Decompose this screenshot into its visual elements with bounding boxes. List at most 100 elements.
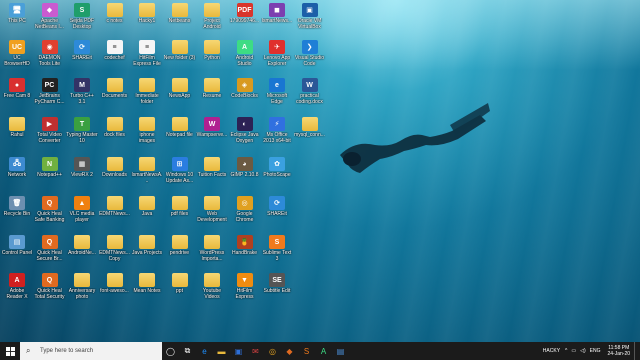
desktop-icon[interactable]: ▣ Oracle VM VirtualBox <box>294 2 326 33</box>
taskbar-edge-button[interactable]: e <box>196 342 213 360</box>
desktop-icon[interactable]: Anniversary photo <box>66 272 98 303</box>
taskbar-app-blue-button[interactable]: ▤ <box>332 342 349 360</box>
desktop-icon[interactable]: N Notepad++ <box>34 156 66 187</box>
desktop-icon[interactable]: ≡ codechef <box>99 39 131 70</box>
desktop-icon[interactable]: A Android Studio <box>229 39 261 70</box>
desktop-icon[interactable]: ⟳ SHAREit <box>261 195 293 226</box>
desktop-icon[interactable]: Java <box>131 195 163 226</box>
desktop-icon[interactable]: A Adobe Reader X <box>1 272 33 303</box>
desktop-icon[interactable]: ⚡ Ms Office 2013 x64-bit <box>261 116 293 147</box>
desktop-icon[interactable]: PC JetBrains PyCharm C... <box>34 77 66 108</box>
desktop-icon[interactable]: UC UC BrowserHD <box>1 39 33 70</box>
desktop-icon[interactable]: Rahul <box>1 116 33 147</box>
desktop-icon[interactable]: ◼ lsmartNews... <box>261 2 293 33</box>
desktop-icon[interactable]: 🍍 HandBrake <box>229 234 261 265</box>
desktop-icon[interactable]: W Wampserve... <box>196 116 228 147</box>
desktop-icon[interactable]: c notes <box>99 2 131 33</box>
desktop-icon[interactable]: ❯ Visual Studio Code <box>294 39 326 70</box>
desktop-icon[interactable]: ▤ Control Panel <box>1 234 33 265</box>
desktop-icon[interactable]: Q Quick Heal Secure Br... <box>34 234 66 265</box>
desktop-icon[interactable]: New folder (3) <box>164 39 196 70</box>
desktop-icon-label: Total Video Converter <box>37 132 62 144</box>
desktop-icon[interactable]: Java Projects <box>131 234 163 265</box>
desktop-icon[interactable]: Documents <box>99 77 131 108</box>
desktop-icon[interactable]: Notepad file <box>164 116 196 147</box>
desktop-icon[interactable]: ⊞ Windows 10 Update As... <box>164 156 196 187</box>
desktop-icon[interactable]: Mean Notes <box>131 272 163 303</box>
desktop-icon[interactable]: ◐ Eclipse Java Oxygen <box>229 116 261 147</box>
show-desktop-button[interactable] <box>634 342 640 360</box>
start-button[interactable] <box>0 342 20 360</box>
desktop-icon[interactable]: 🗑 Recycle Bin <box>1 195 33 226</box>
desktop-icon[interactable]: ◆ Apache NetBeans I... <box>34 2 66 33</box>
desktop-icon[interactable]: Web Development <box>196 195 228 226</box>
desktop-icon[interactable]: dock files <box>99 116 131 147</box>
desktop-icon[interactable]: lsmartNewsA... <box>131 156 163 187</box>
desktop-icon[interactable]: ◎ Google Chrome <box>229 195 261 226</box>
taskbar-task-view-button[interactable]: ◯ <box>162 342 179 360</box>
desktop-icon[interactable]: Q Quick Heal Safe Banking <box>34 195 66 226</box>
desktop-icon[interactable]: SE Subtitle Edit <box>261 272 293 303</box>
desktop-icon-label: Control Panel <box>1 250 33 256</box>
taskbar-store-button[interactable]: ▣ <box>230 342 247 360</box>
desktop-icon[interactable]: Wpractical coding.docx <box>294 77 326 108</box>
tray-icon[interactable]: ◁) <box>580 348 586 354</box>
folder-icon <box>204 3 220 17</box>
desktop-icon[interactable]: WordPress Importa... <box>196 234 228 265</box>
taskbar-task-switch-button[interactable]: ⧉ <box>179 342 196 360</box>
desktop-icon[interactable]: ⟳ SHAREit <box>66 39 98 70</box>
taskbar-chrome-button[interactable]: ◎ <box>264 342 281 360</box>
desktop-icon[interactable]: ▼ HitFilm Express <box>229 272 261 303</box>
desktop-icon[interactable]: Python <box>196 39 228 70</box>
desktop-icon[interactable]: ▲ VLC media player <box>66 195 98 226</box>
desktop-icon[interactable]: AndroidNe... <box>66 234 98 265</box>
desktop-icon[interactable]: e Microsoft Edge <box>261 77 293 108</box>
desktop-icon[interactable]: ◈ CodeBlocks <box>229 77 261 108</box>
desktop-icon[interactable]: Q Quick Heal Total Security <box>34 272 66 303</box>
desktop-icon[interactable]: Resume <box>196 77 228 108</box>
desktop-icon[interactable]: ▶ Total Video Converter <box>34 116 66 147</box>
desktop-icon[interactable]: 🖧 Network <box>1 156 33 187</box>
desktop-icon[interactable]: Downloads <box>99 156 131 187</box>
tray-icon[interactable]: ^ <box>565 348 567 354</box>
desktop-icon[interactable]: ◕ GIMP 2.10.8 <box>229 156 261 187</box>
tray-icon[interactable]: ENG <box>590 348 601 354</box>
desktop-icon[interactable]: M Turbo C++ 3.1 <box>66 77 98 108</box>
desktop-icon[interactable]: ≡ HitFilm Express File <box>131 39 163 70</box>
taskbar-mail-button[interactable]: ✉ <box>247 342 264 360</box>
desktop-icon[interactable]: NewsApp <box>164 77 196 108</box>
desktop-icon[interactable]: iphone images <box>131 116 163 147</box>
taskbar-android-studio-button[interactable]: A <box>315 342 332 360</box>
taskbar-search-box[interactable]: ⌕ Type here to search <box>20 342 162 360</box>
desktop-icon[interactable]: ◉ DAEMON Tools Lite <box>34 39 66 70</box>
desktop-icon[interactable]: mysql_conn... <box>294 116 326 147</box>
desktop-icon[interactable]: Tuition Facts <box>196 156 228 187</box>
tray-icon[interactable]: ▭ <box>571 348 576 354</box>
desktop-icon[interactable]: 🖥 This PC <box>1 2 33 33</box>
desktop-icon[interactable]: T Typing Master 10 <box>66 116 98 147</box>
desktop-icon[interactable]: EDMTNews... Copy <box>99 234 131 265</box>
desktop-icon[interactable]: S Sejda PDF Desktop <box>66 2 98 33</box>
desktop-icon[interactable]: Immediate folder <box>131 77 163 108</box>
taskbar-app-sublime-button[interactable]: S <box>298 342 315 360</box>
desktop-icon[interactable]: PDF 179099746... <box>229 2 261 33</box>
desktop-icon[interactable]: pendrive <box>164 234 196 265</box>
app-icon: ✈ <box>269 40 285 54</box>
desktop-icon[interactable]: ✈ Lenovo App Explorer <box>261 39 293 70</box>
desktop-icon[interactable]: Netbeans <box>164 2 196 33</box>
desktop-icon[interactable]: Project Android <box>196 2 228 33</box>
desktop-icon[interactable]: ▦ ViewRX 2 <box>66 156 98 187</box>
desktop-icon[interactable]: ppt <box>164 272 196 303</box>
desktop-icon[interactable]: EDMTNews... <box>99 195 131 226</box>
taskbar-app-orange-button[interactable]: ◆ <box>281 342 298 360</box>
desktop-icon[interactable]: Youtube Videos <box>196 272 228 303</box>
tray-user-label[interactable]: HACKY <box>543 348 560 354</box>
desktop-icon[interactable]: font-aweso... <box>99 272 131 303</box>
desktop-icon[interactable]: pdf files <box>164 195 196 226</box>
desktop-icon[interactable]: ✿ PhotoScape <box>261 156 293 187</box>
desktop-icon[interactable]: S Sublime Text 3 <box>261 234 293 265</box>
taskbar-file-explorer-button[interactable]: ▬ <box>213 342 230 360</box>
desktop-icon[interactable]: Hacky1 <box>131 2 163 33</box>
clock[interactable]: 11:58 PM 24-Jan-20 <box>607 345 630 357</box>
desktop-icon[interactable]: ● Free Cam 8 <box>1 77 33 108</box>
